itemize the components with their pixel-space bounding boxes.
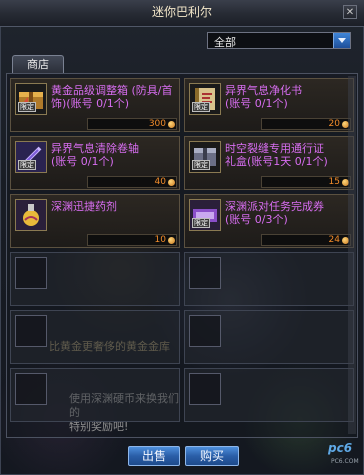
mini-barrier-shop-window: 迷你巴利尔 ✕ 全部 商店 比黄金更奢侈的黄金金库 使用深渊硬币来换我们的 特别…	[0, 0, 364, 475]
empty-icon-frame	[189, 257, 221, 289]
item-price: 300	[148, 119, 166, 129]
shop-item[interactable]: 限定 异界气息净化书 (账号 0/1个) 20	[184, 78, 354, 132]
item-name: 异界气息净化书 (账号 0/1个)	[225, 84, 302, 110]
item-list-panel: 比黄金更奢侈的黄金金库 使用深渊硬币来换我们的 特别奖励吧! 限定 黄金品级调整…	[6, 73, 358, 438]
watermark-logo: pc6	[328, 441, 353, 455]
item-price: 10	[154, 235, 166, 245]
tab-shop[interactable]: 商店	[12, 55, 64, 73]
chevron-down-icon[interactable]	[333, 33, 350, 48]
ticket-icon: 限定	[189, 199, 221, 231]
shop-item[interactable]: 限定 黄金品级调整箱 (防具/首饰)(账号 0/1个) 300	[10, 78, 180, 132]
category-filter-value: 全部	[214, 36, 236, 49]
price-field: 40	[87, 176, 177, 188]
item-name: 黄金品级调整箱 (防具/首饰)(账号 0/1个)	[51, 84, 173, 110]
empty-icon-frame	[189, 315, 221, 347]
limited-badge: 限定	[18, 160, 36, 170]
watermark-subtext: PC6.COM	[331, 458, 359, 465]
buy-button[interactable]: 购买	[185, 446, 239, 466]
golden-box-icon: 限定	[15, 83, 47, 115]
category-filter-dropdown[interactable]: 全部	[207, 32, 351, 49]
empty-slot	[184, 310, 354, 364]
item-name: 时空裂缝专用通行证 礼盒(账号1天 0/1个)	[225, 142, 328, 168]
empty-slot	[184, 368, 354, 422]
price-field: 24	[261, 234, 351, 246]
shop-item[interactable]: 限定 时空裂缝专用通行证 礼盒(账号1天 0/1个) 15	[184, 136, 354, 190]
shop-item[interactable]: 限定 深渊派对任务完成券 (账号 0/3个) 24	[184, 194, 354, 248]
empty-slot	[10, 368, 180, 422]
pass-box-icon: 限定	[189, 141, 221, 173]
close-icon[interactable]: ✕	[343, 5, 357, 19]
item-price: 20	[328, 119, 340, 129]
item-name: 深渊迅捷药剂	[51, 200, 117, 213]
item-price: 15	[328, 177, 340, 187]
empty-icon-frame	[15, 315, 47, 347]
purify-book-icon: 限定	[189, 83, 221, 115]
price-field: 300	[87, 118, 177, 130]
empty-icon-frame	[15, 257, 47, 289]
item-price: 40	[154, 177, 166, 187]
window-title: 迷你巴利尔	[151, 5, 212, 19]
empty-slot	[10, 310, 180, 364]
scrollbar[interactable]	[348, 76, 356, 434]
sell-button[interactable]: 出售	[128, 446, 180, 466]
title-bar[interactable]: 迷你巴利尔 ✕	[0, 0, 364, 27]
item-name: 异界气息清除卷轴 (账号 0/1个)	[51, 142, 139, 168]
shop-item[interactable]: 深渊迅捷药剂 10	[10, 194, 180, 248]
shop-item[interactable]: 限定 异界气息清除卷轴 (账号 0/1个) 40	[10, 136, 180, 190]
coin-icon	[168, 237, 175, 244]
potion-icon	[15, 199, 47, 231]
empty-icon-frame	[15, 373, 47, 405]
item-name: 深渊派对任务完成券 (账号 0/3个)	[225, 200, 324, 226]
limited-badge: 限定	[192, 218, 210, 228]
empty-slot	[10, 252, 180, 306]
price-field: 20	[261, 118, 351, 130]
item-price: 24	[328, 235, 340, 245]
price-field: 10	[87, 234, 177, 246]
scroll-icon: 限定	[15, 141, 47, 173]
limited-badge: 限定	[18, 102, 36, 112]
coin-icon	[168, 179, 175, 186]
limited-badge: 限定	[192, 160, 210, 170]
empty-icon-frame	[189, 373, 221, 405]
empty-slot	[184, 252, 354, 306]
limited-badge: 限定	[192, 102, 210, 112]
price-field: 15	[261, 176, 351, 188]
coin-icon	[168, 121, 175, 128]
